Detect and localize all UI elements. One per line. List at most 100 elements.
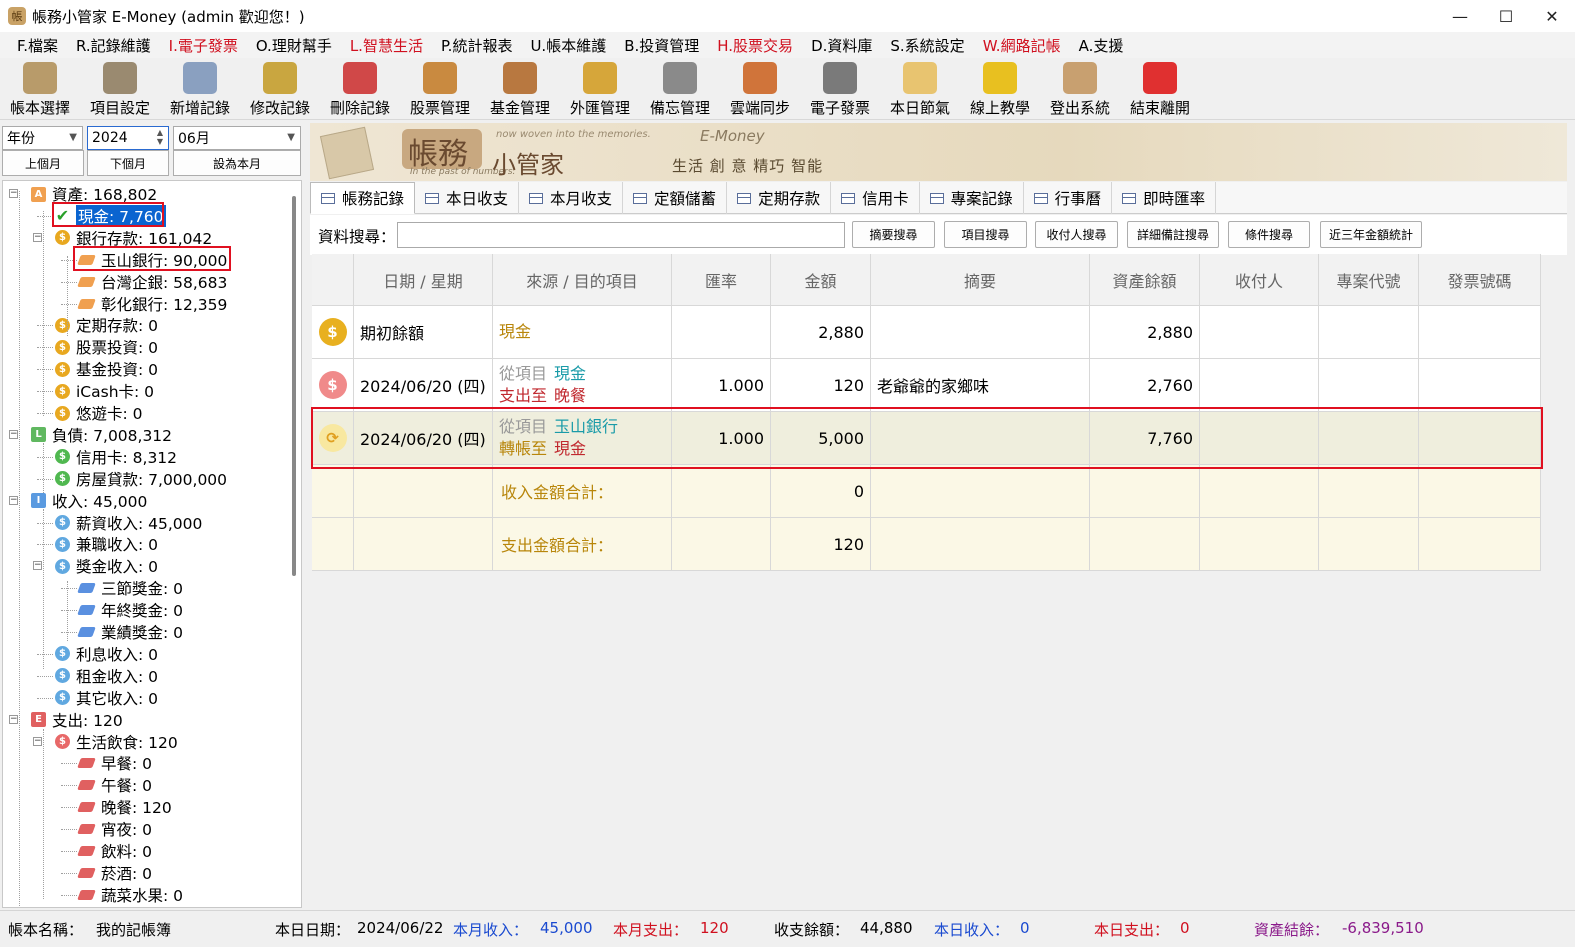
tree-node[interactable]: 宵夜: 0 — [77, 818, 152, 840]
next-month-button[interactable]: 下個月 — [87, 150, 169, 176]
toolbar-button-2[interactable]: 新增記錄 — [160, 58, 240, 120]
tree-node[interactable]: $ 悠遊卡: 0 — [55, 402, 143, 424]
tree-node[interactable]: 菸酒: 0 — [77, 862, 152, 884]
expand-toggle[interactable]: − — [9, 714, 18, 724]
tree-node[interactable]: $ 股票投資: 0 — [55, 336, 158, 358]
tree-scrollbar[interactable] — [292, 196, 296, 576]
toolbar-button-14[interactable]: 結束離開 — [1120, 58, 1200, 120]
from-item[interactable]: 現金 — [499, 322, 531, 341]
tab-6[interactable]: 專案記錄 — [920, 182, 1024, 214]
tree-node[interactable]: 午餐: 0 — [77, 774, 152, 796]
tab-3[interactable]: 定額儲蓄 — [623, 182, 728, 214]
tab-4[interactable]: 定期存款 — [727, 182, 832, 214]
tree-node[interactable]: 晚餐: 120 — [77, 796, 172, 818]
menu-item-0[interactable]: F.檔案 — [8, 35, 67, 56]
toolbar-button-5[interactable]: 股票管理 — [400, 58, 480, 120]
tree-connector — [37, 522, 53, 524]
tab-5[interactable]: 信用卡 — [831, 182, 920, 214]
toolbar-button-10[interactable]: 電子發票 — [800, 58, 880, 120]
to-item[interactable]: 晚餐 — [554, 386, 586, 405]
toolbar-button-9[interactable]: 雲端同步 — [720, 58, 800, 120]
menu-item-5[interactable]: P.統計報表 — [432, 35, 521, 56]
search-button-2[interactable]: 收付人搜尋 — [1035, 221, 1118, 248]
tab-2[interactable]: 本月收支 — [519, 182, 624, 214]
tree-node[interactable]: 彰化銀行: 12,359 — [77, 293, 227, 315]
month-select[interactable]: 06月 ▼ — [173, 126, 301, 150]
tree-node[interactable]: 年終獎金: 0 — [77, 599, 183, 621]
toolbar-button-11[interactable]: 本日節氣 — [880, 58, 960, 120]
tree-node[interactable]: $ 獎金收入: 0 — [55, 555, 158, 577]
tree-node[interactable]: $ 其它收入: 0 — [55, 687, 158, 709]
menu-item-6[interactable]: U.帳本維護 — [521, 35, 615, 56]
tree-node-label: 信用卡: 8,312 — [76, 448, 178, 467]
search-input[interactable] — [397, 222, 845, 248]
tree-node[interactable]: $ iCash卡: 0 — [55, 380, 154, 402]
minimize-button[interactable]: — — [1437, 0, 1483, 32]
tab-1[interactable]: 本日收支 — [415, 182, 520, 214]
expand-toggle[interactable]: − — [9, 429, 18, 439]
banner-tagline-1: now woven into the memories. — [496, 129, 651, 140]
tab-8[interactable]: 即時匯率 — [1112, 182, 1217, 214]
tree-node[interactable]: $ 兼職收入: 0 — [55, 533, 158, 555]
tree-node[interactable]: I 收入: 45,000 — [31, 490, 147, 512]
toolbar-button-4[interactable]: 刪除記錄 — [320, 58, 400, 120]
search-button-3[interactable]: 詳細備註搜尋 — [1127, 221, 1219, 248]
period-select[interactable]: 年份 ▼ — [2, 126, 83, 150]
menu-item-9[interactable]: D.資料庫 — [802, 35, 881, 56]
menu-item-8[interactable]: H.股票交易 — [708, 35, 802, 56]
tree-node[interactable]: E 支出: 120 — [31, 709, 123, 731]
toolbar-button-12[interactable]: 線上教學 — [960, 58, 1040, 120]
rate-cell: 1.000 — [672, 359, 771, 412]
expand-toggle[interactable]: − — [33, 736, 42, 746]
toolbar-button-6[interactable]: 基金管理 — [480, 58, 560, 120]
search-button-0[interactable]: 摘要搜尋 — [852, 221, 935, 248]
tree-node[interactable]: $ 利息收入: 0 — [55, 643, 158, 665]
toolbar-button-7[interactable]: 外匯管理 — [560, 58, 640, 120]
tree-node[interactable]: 飲料: 0 — [77, 840, 152, 862]
toolbar-button-0[interactable]: 帳本選擇 — [0, 58, 80, 120]
expand-toggle[interactable]: − — [9, 189, 18, 198]
menu-item-12[interactable]: A.支援 — [1070, 35, 1133, 56]
tree-node[interactable]: $ 生活飲食: 120 — [55, 731, 178, 753]
menu-item-10[interactable]: S.系統設定 — [881, 35, 973, 56]
expand-toggle[interactable]: − — [33, 232, 42, 242]
toolbar-button-8[interactable]: 備忘管理 — [640, 58, 720, 120]
account-tree[interactable]: A 資產: 168,802− ✔ 現金: 7,760 $ 銀行存款: 161,042− 玉山… — [2, 180, 302, 908]
spinner-arrows-icon[interactable]: ▲ ▼ — [157, 128, 163, 146]
menu-item-3[interactable]: O.理財幫手 — [247, 35, 341, 56]
tree-node[interactable]: $ 房屋貸款: 7,000,000 — [55, 468, 227, 490]
tree-node[interactable]: $ 薪資收入: 45,000 — [55, 512, 202, 534]
column-header: 匯率 — [672, 254, 771, 306]
menu-item-2[interactable]: I.電子發票 — [160, 35, 247, 56]
tab-0[interactable]: 帳務記錄 — [310, 182, 416, 214]
tree-node[interactable]: $ 信用卡: 8,312 — [55, 446, 177, 468]
search-button-4[interactable]: 條件搜尋 — [1228, 221, 1310, 248]
menu-item-7[interactable]: B.投資管理 — [615, 35, 708, 56]
tree-node[interactable]: 三節獎金: 0 — [77, 577, 183, 599]
year-stepper[interactable]: 2024 ▲ ▼ — [87, 126, 169, 150]
toolbar-button-3[interactable]: 修改記錄 — [240, 58, 320, 120]
from-item[interactable]: 現金 — [554, 364, 586, 383]
menu-item-1[interactable]: R.記錄維護 — [67, 35, 160, 56]
tree-node[interactable]: $ 租金收入: 0 — [55, 665, 158, 687]
search-button-1[interactable]: 項目搜尋 — [944, 221, 1027, 248]
tree-node[interactable]: 早餐: 0 — [77, 752, 152, 774]
expand-toggle[interactable]: − — [9, 495, 18, 505]
maximize-button[interactable]: ☐ — [1483, 0, 1529, 32]
toolbar-button-13[interactable]: 登出系統 — [1040, 58, 1120, 120]
tab-7[interactable]: 行事曆 — [1024, 182, 1113, 214]
menu-item-4[interactable]: L.智慧生活 — [341, 35, 432, 56]
expand-toggle[interactable]: − — [33, 561, 42, 571]
tree-node[interactable]: 業績獎金: 0 — [77, 621, 183, 643]
tree-node[interactable]: 台灣企銀: 58,683 — [77, 271, 227, 293]
menu-item-11[interactable]: W.網路記帳 — [974, 35, 1070, 56]
tree-node[interactable]: $ 定期存款: 0 — [55, 314, 158, 336]
tree-node[interactable]: 蔬菜水果: 0 — [77, 884, 183, 906]
toolbar-button-1[interactable]: 項目設定 — [80, 58, 160, 120]
tree-node[interactable]: $ 基金投資: 0 — [55, 358, 158, 380]
set-current-month-button[interactable]: 設為本月 — [173, 150, 301, 176]
prev-month-button[interactable]: 上個月 — [2, 150, 84, 176]
close-button[interactable]: ✕ — [1529, 0, 1575, 32]
tree-node[interactable]: L 負債: 7,008,312 — [31, 424, 172, 446]
search-button-5[interactable]: 近三年金額統計 — [1320, 221, 1422, 248]
